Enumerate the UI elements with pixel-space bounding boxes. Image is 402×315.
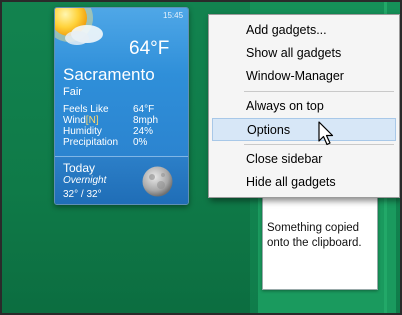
menu-item-always-on-top[interactable]: Always on top: [212, 95, 396, 118]
city-name: Sacramento: [63, 65, 155, 84]
current-temperature: 64°F: [129, 38, 170, 59]
wind-label: Wind[N]: [63, 115, 99, 126]
menu-item-hide-all-gadgets[interactable]: Hide all gadgets: [212, 171, 396, 194]
menu-separator: [244, 91, 394, 92]
clipboard-gadget[interactable]: Something copied onto the clipboard.: [262, 196, 378, 290]
humidity-label: Humidity: [63, 126, 102, 137]
menu-item-window-manager[interactable]: Window-Manager: [212, 65, 396, 88]
wind-value: 8mph: [133, 115, 159, 126]
weather-gadget[interactable]: 15:45 64°F Sacramento Fair Feels Like 64…: [54, 7, 189, 205]
frame-border: [0, 0, 2, 315]
menu-item-show-all-gadgets[interactable]: Show all gadgets: [212, 42, 396, 65]
weather-condition: Fair: [63, 86, 82, 98]
sun-icon: [55, 8, 103, 45]
moon-icon: [142, 166, 173, 197]
menu-item-label: Close sidebar: [246, 152, 323, 166]
menu-item-label: Options: [247, 123, 291, 137]
menu-item-label: Add gadgets...: [246, 23, 327, 37]
sidebar-context-menu: Add gadgets... Show all gadgets Window-M…: [208, 14, 400, 198]
frame-border: [0, 0, 402, 2]
menu-item-options[interactable]: Options: [212, 118, 396, 141]
feels-like-label: Feels Like: [63, 104, 109, 115]
menu-item-close-sidebar[interactable]: Close sidebar: [212, 148, 396, 171]
precipitation-label: Precipitation: [63, 137, 119, 148]
precipitation-value: 0%: [133, 137, 148, 148]
menu-item-add-gadgets[interactable]: Add gadgets...: [212, 19, 396, 42]
menu-item-label: Hide all gadgets: [246, 175, 336, 189]
menu-item-label: Always on top: [246, 99, 324, 113]
menu-item-label: Window-Manager: [246, 69, 344, 83]
weather-current-panel: 15:45 64°F Sacramento Fair Feels Like 64…: [55, 8, 188, 156]
forecast-temperature-range: 32° / 32°: [63, 189, 102, 200]
humidity-value: 24%: [133, 126, 154, 137]
forecast-day: Today: [63, 161, 96, 175]
clipboard-text: Something copied onto the clipboard.: [267, 222, 362, 249]
menu-item-label: Show all gadgets: [246, 46, 342, 60]
feels-like-value: 64°F: [133, 104, 155, 115]
mouse-pointer-icon: [318, 121, 334, 146]
weather-time: 15:45: [163, 11, 184, 20]
wind-direction: [N]: [85, 115, 99, 126]
forecast-period: Overnight: [63, 175, 107, 186]
